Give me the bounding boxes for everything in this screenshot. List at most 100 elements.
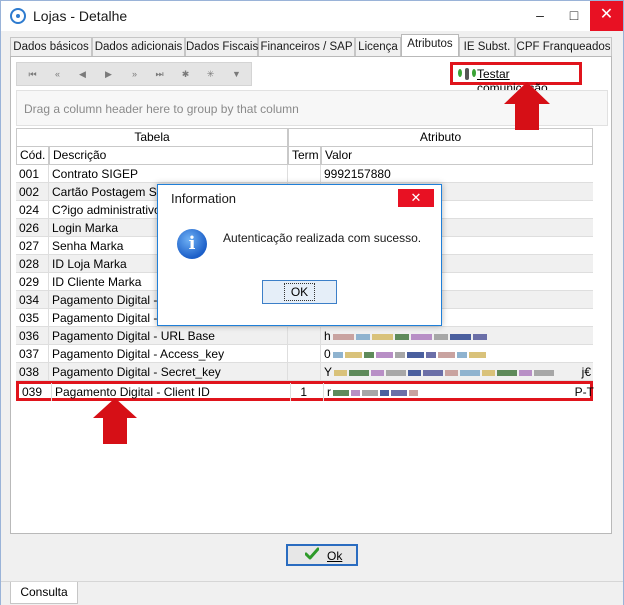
cell-cod-text: 024 <box>19 203 40 217</box>
dialog-close-button[interactable]: ✕ <box>398 189 434 207</box>
redacted-block <box>406 351 424 358</box>
cell-descricao-text: Pagamento Digital - Secret_key <box>52 365 221 379</box>
cell-descricao-text: C?igo administrativo S <box>52 203 173 217</box>
nav-next-page-button[interactable]: » <box>123 66 145 82</box>
col-header-term[interactable]: Term <box>288 147 321 165</box>
ok-button[interactable]: Ok <box>286 544 358 566</box>
antenna-icon <box>458 68 476 80</box>
nav-insert-button[interactable]: ✱ <box>174 66 196 82</box>
nav-next-button[interactable]: ▶ <box>97 66 119 82</box>
cell-cod[interactable]: 001 <box>16 165 49 183</box>
dialog-ok-button[interactable]: OK <box>262 280 337 304</box>
cell-descricao-text: Pagamento Digital - Access_key <box>52 347 225 361</box>
cell-cod-text: 034 <box>19 293 40 307</box>
cell-valor[interactable]: 9992157880 <box>321 165 593 183</box>
cell-valor-text: Y <box>324 365 333 379</box>
cell-cod[interactable]: 002 <box>16 183 49 201</box>
cell-descricao-text: Senha Marka <box>52 239 124 253</box>
tab-cpf-franqueados[interactable]: CPF Franqueados <box>515 37 612 56</box>
tab-consulta[interactable]: Consulta <box>10 582 78 604</box>
cell-cod[interactable]: 024 <box>16 201 49 219</box>
col-header-descricao[interactable]: Descrição <box>49 147 288 165</box>
cell-cod[interactable]: 038 <box>16 363 49 381</box>
tab-financeiros-sap[interactable]: Financeiros / SAP <box>258 37 355 56</box>
cell-cod[interactable]: 027 <box>16 237 49 255</box>
redacted-block <box>332 333 354 340</box>
cell-valor[interactable]: Yj€ <box>321 363 593 381</box>
table-row[interactable]: 038 Pagamento Digital - Secret_key Yj€ <box>16 363 593 381</box>
redacted-block <box>410 333 432 340</box>
information-dialog: Information ✕ i Autenticação realizada c… <box>157 184 442 326</box>
nav-first-button[interactable]: ⏮ <box>21 66 43 82</box>
cell-valor-text: r <box>327 385 331 399</box>
cell-cod[interactable]: 028 <box>16 255 49 273</box>
cell-cod[interactable]: 039 <box>19 383 52 401</box>
cell-term[interactable] <box>288 327 321 345</box>
bottom-tab-bar: Consulta <box>1 581 623 605</box>
cell-descricao-text: Cartão Postagem SIG <box>52 185 170 199</box>
cell-valor[interactable]: r P-T <box>324 383 596 401</box>
checkmark-icon <box>305 547 319 560</box>
tab-atributos[interactable]: Atributos <box>401 34 459 57</box>
col-header-valor[interactable]: Valor <box>321 147 593 165</box>
redacted-block <box>394 351 405 358</box>
tab-licenca[interactable]: Licença <box>355 37 401 56</box>
nav-filter-button[interactable]: ▼ <box>225 66 247 82</box>
cell-descricao[interactable]: Contrato SIGEP <box>49 165 288 183</box>
tab-dados-adicionais[interactable]: Dados adicionais <box>92 37 185 56</box>
cell-descricao[interactable]: Pagamento Digital - Client ID <box>52 383 291 401</box>
tab-dados-basicos[interactable]: Dados básicos <box>10 37 92 56</box>
cell-cod[interactable]: 034 <box>16 291 49 309</box>
band-atributo[interactable]: Atributo <box>288 128 593 147</box>
title-bar[interactable]: Lojas - Detalhe – □ ✕ <box>1 1 623 31</box>
grid-navigator: ⏮ « ◀ ▶ » ⏭ ✱ ✳ ▼ <box>16 62 252 86</box>
cell-cod-text: 002 <box>19 185 40 199</box>
redacted-block <box>423 369 444 376</box>
info-icon: i <box>177 229 207 259</box>
table-row[interactable]: 001 Contrato SIGEP 9992157880 <box>16 165 593 183</box>
cell-descricao[interactable]: Pagamento Digital - Access_key <box>49 345 288 363</box>
redacted-block <box>344 351 362 358</box>
redacted-block <box>497 369 518 376</box>
cell-cod[interactable]: 037 <box>16 345 49 363</box>
redacted-block <box>482 369 496 376</box>
red-arrow-annotation-icon <box>93 398 137 444</box>
cell-valor[interactable]: 0 <box>321 345 593 363</box>
table-row[interactable]: 036 Pagamento Digital - URL Base h <box>16 327 593 345</box>
band-tabela[interactable]: Tabela <box>16 128 288 147</box>
ok-label: Ok <box>327 549 343 563</box>
tab-strip: Dados básicos Dados adicionais Dados Fis… <box>10 34 616 57</box>
cell-descricao[interactable]: Pagamento Digital - Secret_key <box>49 363 288 381</box>
cell-cod-text: 037 <box>19 347 40 361</box>
dialog-title-bar[interactable]: Information ✕ <box>158 185 441 211</box>
tab-ie-subst[interactable]: IE Subst. <box>459 37 515 56</box>
cell-cod-text: 001 <box>19 167 40 181</box>
nav-prev-button[interactable]: ◀ <box>71 66 93 82</box>
redacted-block <box>460 369 481 376</box>
cell-descricao[interactable]: Pagamento Digital - URL Base <box>49 327 288 345</box>
redacted-block <box>362 389 378 396</box>
nav-prev-page-button[interactable]: « <box>46 66 68 82</box>
redacted-block <box>386 369 407 376</box>
redacted-block <box>391 389 407 396</box>
nav-last-button[interactable]: ⏭ <box>148 66 170 82</box>
maximize-button[interactable]: □ <box>557 1 591 31</box>
cell-cod[interactable]: 029 <box>16 273 49 291</box>
redacted-block <box>349 369 370 376</box>
cell-term-text: 1 <box>300 385 307 399</box>
cell-cod[interactable]: 036 <box>16 327 49 345</box>
cell-term[interactable]: 1 <box>291 383 324 401</box>
cell-term[interactable] <box>288 345 321 363</box>
table-row[interactable]: 037 Pagamento Digital - Access_key 0 <box>16 345 593 363</box>
cell-term[interactable] <box>288 363 321 381</box>
cell-valor[interactable]: h <box>321 327 593 345</box>
tab-dados-fiscais[interactable]: Dados Fiscais <box>185 37 258 56</box>
cell-cod[interactable]: 026 <box>16 219 49 237</box>
nav-delete-button[interactable]: ✳ <box>199 66 221 82</box>
col-header-cod[interactable]: Cód. <box>16 147 49 165</box>
cell-cod[interactable]: 035 <box>16 309 49 327</box>
cell-term[interactable] <box>288 165 321 183</box>
minimize-button[interactable]: – <box>523 1 557 31</box>
dialog-title: Information <box>171 191 237 206</box>
close-button[interactable]: ✕ <box>590 1 623 31</box>
